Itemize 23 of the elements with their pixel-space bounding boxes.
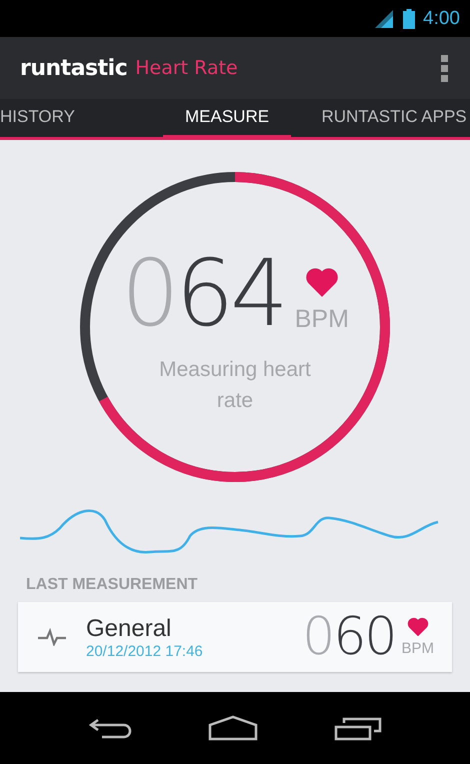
tab[interactable]: RUNTASTIC APPS (318, 99, 470, 140)
battery-icon (403, 8, 416, 28)
status-message: Measuring heart rate (158, 357, 312, 414)
last-heart-rate-value: 060 (302, 611, 396, 663)
unit-label: BPM (294, 305, 349, 334)
section-heading: LAST MEASUREMENT (26, 576, 198, 594)
recent-apps-button[interactable] (334, 715, 382, 741)
home-button[interactable] (208, 715, 258, 741)
overflow-menu-button[interactable] (438, 54, 450, 82)
app-logo: runtastic (20, 56, 128, 80)
measurement-card[interactable]: General 20/12/2012 17:46 060 BPM (18, 602, 452, 672)
heart-rate-value: 064 (121, 248, 285, 340)
heart-icon (304, 267, 339, 297)
heart-icon (406, 616, 429, 636)
app-title: Heart Rate (135, 57, 239, 79)
pulse-icon (38, 628, 66, 646)
measurement-name: General (86, 614, 172, 642)
signal-icon (375, 10, 396, 28)
clock-time: 4:00 (423, 8, 460, 30)
tab[interactable]: HISTORY (0, 99, 76, 140)
back-button[interactable] (88, 716, 132, 740)
unit-label: BPM (401, 640, 434, 658)
measurement-date: 20/12/2012 17:46 (86, 642, 204, 660)
